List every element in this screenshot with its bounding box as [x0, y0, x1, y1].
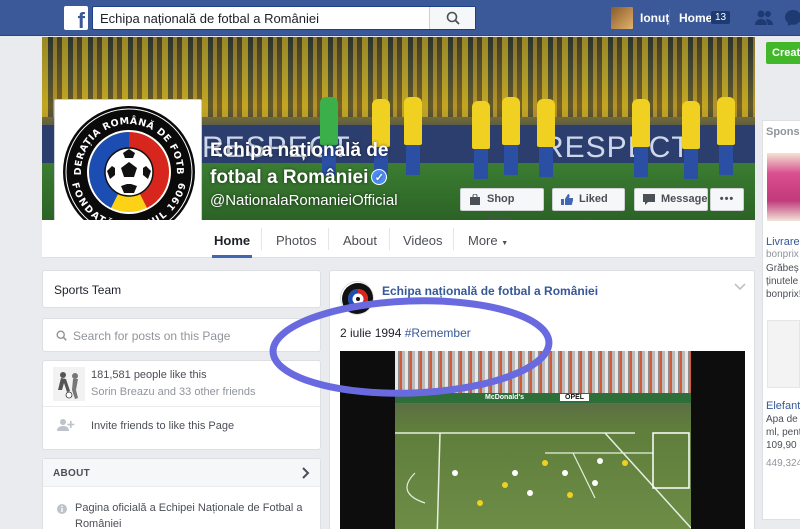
divider [43, 406, 320, 407]
friend-requests-icon[interactable] [754, 9, 774, 27]
ad-text: ml, pent [766, 427, 800, 438]
info-icon [57, 504, 67, 514]
add-friend-icon [57, 419, 75, 431]
messages-icon[interactable] [784, 9, 800, 27]
ad-text: bonprix! [766, 289, 800, 300]
verified-badge-icon: ✓ [371, 169, 388, 185]
message-button[interactable]: Message [634, 188, 708, 211]
search-icon [56, 330, 67, 341]
tab-more[interactable]: More ▼ [468, 233, 508, 248]
top-bar: f Echipa națională de fotbal a României … [0, 0, 800, 36]
page-handle: @NationalaRomanieiOfficial [210, 192, 398, 209]
ad-title-link[interactable]: Elefant. [766, 400, 800, 412]
divider [669, 9, 670, 27]
ad-title-link[interactable]: Livrarea [766, 236, 800, 248]
search-input[interactable]: Echipa națională de fotbal a României [92, 6, 476, 30]
ad-image[interactable] [767, 320, 800, 388]
ad-domain: bonprix [766, 249, 799, 260]
caret-down-icon: ▼ [501, 240, 509, 247]
player-figure [472, 101, 490, 179]
chevron-right-icon [302, 467, 310, 479]
more-options-button[interactable]: ••• [710, 188, 744, 211]
about-header[interactable]: ABOUT [43, 459, 320, 487]
friends-who-like[interactable]: Sorin Breazu and 33 other friends [91, 386, 256, 398]
page-tab-bar: Home Photos About Videos More ▼ [42, 220, 755, 258]
home-link[interactable]: Home [679, 11, 712, 25]
message-icon [643, 194, 655, 205]
liked-button[interactable]: Liked ▼ [552, 188, 625, 225]
ad-image[interactable] [767, 153, 800, 221]
avatar[interactable] [611, 7, 633, 29]
player-figure [632, 99, 650, 177]
ad-text: Apa de t [766, 414, 800, 425]
tab-videos[interactable]: Videos [403, 233, 443, 248]
player-figure [682, 101, 700, 179]
ad-board-text: OPEL [560, 394, 590, 401]
page-category[interactable]: Sports Team [54, 283, 121, 297]
likes-count: 181,581 people like this [91, 369, 207, 381]
tab-home[interactable]: Home [214, 233, 250, 248]
highlight-ellipse [269, 297, 553, 397]
active-tab-indicator [212, 255, 252, 258]
player-figure [502, 97, 520, 175]
ad-likes-count: 449,324 [766, 458, 800, 469]
search-input-value: Echipa națională de fotbal a României [100, 11, 319, 26]
facebook-logo-icon[interactable]: f [64, 6, 88, 32]
thumbs-up-icon [561, 194, 573, 205]
search-button[interactable] [429, 7, 475, 29]
about-card: ABOUT Pagina oficială a Echipei Național… [42, 458, 321, 529]
invite-friends-link[interactable]: Invite friends to like this Page [91, 420, 234, 432]
create-page-button[interactable]: Creat [766, 42, 800, 64]
home-notification-badge: 13 [711, 11, 731, 24]
page-title[interactable]: Echipa națională de fotbal a României ✓ [210, 137, 440, 191]
ad-text: 109,90 l [766, 440, 800, 451]
tab-photos[interactable]: Photos [276, 233, 316, 248]
about-description: Pagina oficială a Echipei Naționale de F… [75, 502, 303, 529]
tab-about[interactable]: About [343, 233, 377, 248]
ad-text: ținutele p [766, 276, 800, 287]
search-posts-placeholder: Search for posts on this Page [73, 329, 231, 343]
shop-now-button[interactable]: Shop Now [460, 188, 544, 226]
ad-text: Grăbeș [766, 263, 799, 274]
football-players-icon [53, 367, 85, 401]
chevron-down-icon[interactable] [734, 283, 746, 291]
sponsored-heading: Sponso [766, 126, 800, 138]
player-figure [537, 99, 555, 177]
search-icon [446, 11, 460, 25]
shopping-bag-icon [470, 194, 480, 205]
player-figure [717, 97, 735, 175]
pitch-lines [395, 432, 691, 529]
profile-link[interactable]: Ionuț [640, 11, 669, 25]
